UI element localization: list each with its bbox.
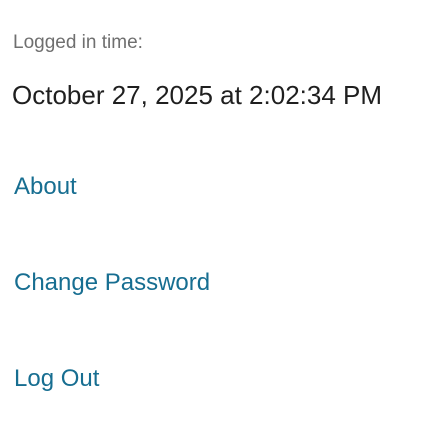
user-menu-panel: Logged in time: October 27, 2025 at 2:02…: [0, 0, 430, 433]
logged-in-time-value: October 27, 2025 at 2:02:34 PM: [12, 80, 383, 110]
about-link[interactable]: About: [14, 171, 77, 203]
logged-in-time-label: Logged in time:: [13, 32, 143, 53]
log-out-link[interactable]: Log Out: [14, 363, 99, 395]
change-password-link[interactable]: Change Password: [14, 267, 210, 299]
